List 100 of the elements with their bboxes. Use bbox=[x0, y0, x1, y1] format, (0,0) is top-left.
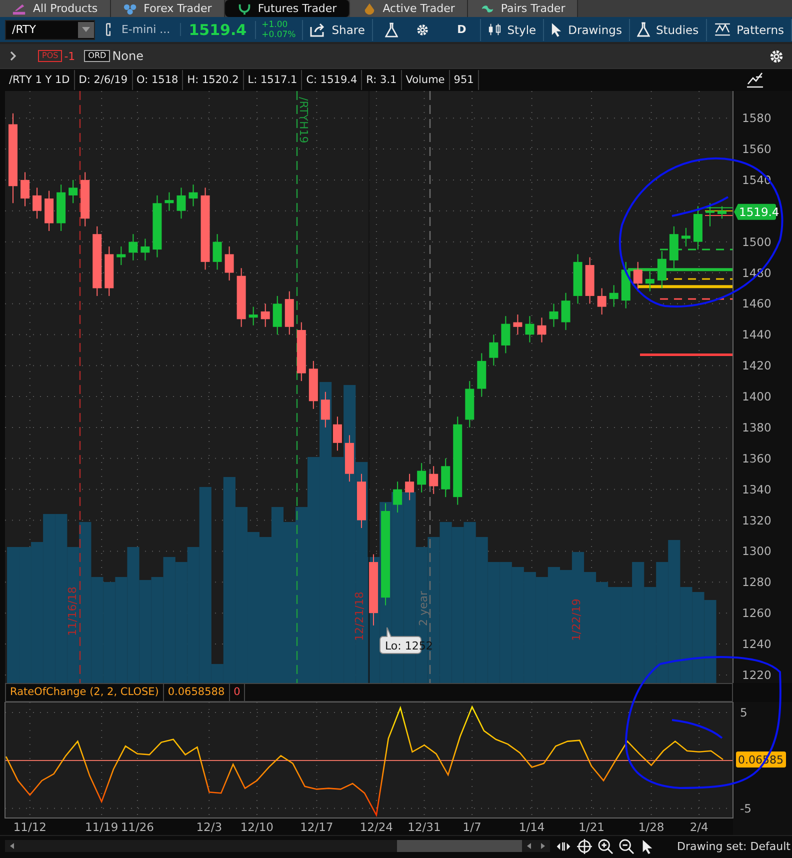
candlestick bbox=[609, 284, 618, 308]
candlestick bbox=[272, 295, 282, 336]
scroll-right-icon[interactable] bbox=[541, 843, 545, 849]
date-axis-label: 12/10 bbox=[240, 820, 274, 834]
flask-icon[interactable] bbox=[384, 22, 398, 38]
expand-chevron-icon[interactable] bbox=[10, 51, 16, 61]
ohlc-field: D: 2/6/19 bbox=[74, 70, 133, 90]
dropdown-icon[interactable] bbox=[78, 22, 94, 38]
price-axis-label: 1460 bbox=[742, 296, 772, 311]
candlestick bbox=[417, 462, 426, 493]
candlestick bbox=[236, 268, 246, 328]
candlestick bbox=[681, 227, 690, 247]
candlestick bbox=[489, 334, 498, 366]
price-axis-label: 1240 bbox=[742, 637, 772, 652]
symbol-field[interactable]: /RTY bbox=[5, 20, 95, 40]
toolbar-menu-button[interactable]: Studies bbox=[630, 18, 707, 40]
position-quantity: -1 bbox=[64, 50, 76, 62]
study-value: 0.0658588 bbox=[164, 684, 230, 701]
horizontal-scrollbar[interactable] bbox=[5, 840, 550, 852]
date-axis-label: 12/31 bbox=[408, 820, 441, 834]
date-axis-label: 11/26 bbox=[120, 820, 154, 834]
settings-icon[interactable] bbox=[769, 48, 784, 64]
pointer-icon[interactable] bbox=[640, 838, 655, 854]
date-axis-label: 12/3 bbox=[196, 820, 222, 834]
toolbar-menu-button[interactable]: Drawings bbox=[544, 18, 630, 40]
candlestick bbox=[597, 288, 606, 316]
aggregation-button[interactable]: D bbox=[443, 18, 482, 40]
candlestick bbox=[465, 380, 474, 428]
candlestick bbox=[525, 316, 534, 343]
zoom-out-icon[interactable] bbox=[619, 838, 634, 854]
hand-drawn-stroke bbox=[672, 719, 723, 739]
ohlc-field: H: 1520.2 bbox=[183, 70, 244, 90]
stack-icon bbox=[12, 2, 27, 14]
app-tab[interactable]: Active Trader bbox=[350, 0, 468, 17]
study-alert-value: 0 bbox=[230, 684, 246, 701]
app-tab[interactable]: Pairs Trader bbox=[468, 0, 578, 17]
candlestick bbox=[405, 473, 414, 501]
study-axis-label: -5 bbox=[740, 801, 752, 816]
scroll-left-icon[interactable] bbox=[10, 843, 14, 849]
crosshair-icon[interactable] bbox=[577, 838, 592, 854]
position-badge: POS bbox=[38, 50, 62, 62]
date-axis-label: 12/17 bbox=[300, 820, 334, 834]
candlestick bbox=[128, 234, 138, 261]
app-tab[interactable]: Forex Trader bbox=[110, 0, 225, 17]
price-axis-label: 1320 bbox=[742, 513, 772, 528]
price-level-line bbox=[704, 207, 734, 208]
date-axis-label: 12/24 bbox=[360, 820, 394, 834]
share-button[interactable]: Share bbox=[302, 18, 373, 40]
price-axis-label: 1340 bbox=[742, 482, 772, 496]
price-axis-label: 1260 bbox=[742, 606, 772, 620]
candlestick bbox=[344, 434, 354, 482]
candlestick bbox=[537, 317, 546, 343]
price-axis-label: 1360 bbox=[742, 451, 772, 466]
candlestick bbox=[92, 226, 102, 296]
candlestick bbox=[645, 270, 654, 292]
price-level-line bbox=[704, 215, 734, 216]
zigzag-icon bbox=[714, 23, 731, 36]
candlestick bbox=[561, 292, 570, 330]
candlestick bbox=[585, 256, 594, 304]
bracket-icon[interactable] bbox=[104, 22, 112, 37]
volume-label: Volume bbox=[402, 70, 450, 90]
date-marker-label: 2 year bbox=[417, 590, 430, 626]
orders-status: None bbox=[112, 49, 144, 63]
date-axis-label: 1/7 bbox=[462, 820, 482, 834]
price-axis-label: 1420 bbox=[742, 358, 772, 373]
chart-title: /RTY 1 Y 1D bbox=[5, 70, 75, 90]
candlestick bbox=[80, 172, 90, 227]
candlestick bbox=[104, 246, 114, 296]
scroll-left-icon[interactable] bbox=[527, 843, 531, 849]
candlestick bbox=[441, 458, 450, 498]
candlestick bbox=[116, 246, 126, 266]
app-tab[interactable]: Futures Trader bbox=[224, 0, 350, 17]
candlestick bbox=[164, 192, 174, 212]
date-marker-label: /RTYH19 bbox=[297, 97, 310, 144]
toolbar-menu-button[interactable]: Style bbox=[481, 18, 544, 40]
price-axis-label: 1400 bbox=[742, 390, 772, 404]
volume-value: 951 bbox=[450, 70, 479, 90]
net-change: +1.00 bbox=[262, 20, 289, 30]
swirl-icon bbox=[480, 2, 495, 14]
date-axis-label: 1/21 bbox=[578, 820, 604, 834]
scrollbar-thumb[interactable] bbox=[397, 840, 522, 852]
app-tab[interactable]: All Products bbox=[0, 0, 111, 17]
price-axis-label: 1280 bbox=[742, 575, 772, 590]
chart-mode-icon[interactable] bbox=[746, 72, 764, 88]
candlestick bbox=[693, 206, 702, 250]
candlestick bbox=[633, 261, 642, 292]
date-axis-label: 11/12 bbox=[13, 820, 46, 834]
candlestick bbox=[320, 391, 330, 428]
toolbar-menu-button[interactable]: Patterns bbox=[706, 18, 792, 40]
price-level-line bbox=[704, 210, 734, 212]
candlestick bbox=[332, 416, 342, 452]
candlestick bbox=[284, 290, 294, 336]
candlestick bbox=[669, 226, 678, 269]
zoom-in-icon[interactable] bbox=[598, 838, 613, 854]
candlestick bbox=[56, 184, 66, 232]
settings-icon[interactable] bbox=[416, 22, 430, 38]
orders-badge: ORD bbox=[84, 50, 110, 62]
share-icon bbox=[310, 22, 326, 36]
candlestick bbox=[621, 261, 630, 309]
drawing-set-label[interactable]: Drawing set: Default bbox=[677, 840, 790, 852]
